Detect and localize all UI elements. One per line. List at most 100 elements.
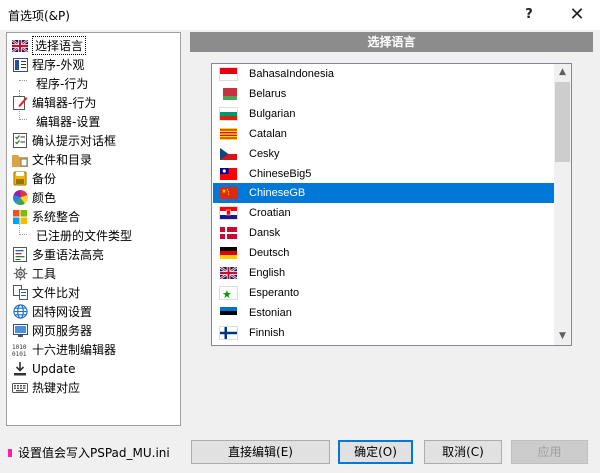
tree-item-system-integration[interactable]: 系统整合 [7,207,180,226]
language-name: BahasaIndonesia [249,68,335,80]
tree-item-label: 程序-外观 [32,58,85,72]
help-button[interactable]: ? [506,0,552,30]
bulgaria-flag-icon [219,106,238,121]
tree-item-registered-file-types[interactable]: 已注册的文件类型 [7,226,180,245]
language-name: Finnish [249,326,285,339]
language-item-estonia[interactable]: Estonian [213,303,554,323]
apply-button[interactable]: 应用 [511,440,588,464]
tree-item-file-compare[interactable]: 文件比对 [7,283,180,302]
uk-flag-icon [12,38,28,54]
vertical-scrollbar[interactable]: ▲ ▼ [554,64,571,345]
tree-item-update[interactable]: Update [7,359,180,378]
globe-icon [12,304,28,320]
tree-item-multi-syntax[interactable]: 多重语法高亮 [7,245,180,264]
germany-flag-icon [220,247,237,260]
syntax-highlight-icon [12,247,28,263]
cancel-button[interactable]: 取消(C) [424,440,502,464]
language-name: Bulgarian [249,107,296,120]
ini-note-text: 设置值会写入PSPad_MU.ini [18,446,170,460]
svg-text:1010: 1010 [12,344,27,351]
language-item-bulgaria[interactable]: Bulgarian [213,104,554,124]
folder-icon [12,152,28,168]
tree-item-web-server[interactable]: 网页服务器 [7,321,180,340]
language-name: Belarus [249,87,287,100]
language-name: Dansk [249,227,281,240]
catalonia-flag-icon [220,127,237,140]
tree-item-label: 网页服务器 [32,324,93,338]
tree-item-label: 系统整合 [32,210,81,224]
color-wheel-icon [12,190,28,206]
finland-flag-icon [219,325,238,340]
tree-item-label: 十六进制编辑器 [32,343,117,357]
language-name: Deutsch [249,247,290,260]
tree-item-select-language[interactable]: 选择语言 [7,36,180,55]
tree-item-label: 已注册的文件类型 [36,229,133,243]
tree-item-label: 热键对应 [32,381,81,395]
language-item-belarus[interactable]: Belarus [213,84,554,104]
language-name: English [249,267,286,279]
tree-item-hex-editor[interactable]: 1010 0101 十六进制编辑器 [7,340,180,359]
language-item-uk[interactable]: English [213,263,554,283]
language-name: Estonian [249,306,292,319]
language-name: Catalan [249,127,287,140]
monitor-icon [12,323,28,339]
editor-behavior-icon [12,95,28,111]
language-item-esperanto[interactable]: ★ Esperanto [213,283,554,303]
tree-item-label: 编辑器-行为 [32,96,97,110]
tree-item-program-appearance[interactable]: 程序-外观 [7,55,180,74]
language-name: Croatian [249,207,291,220]
program-appearance-icon [12,57,28,73]
language-item-taiwan[interactable]: ChineseBig5 [213,164,554,184]
panel-header: 选择语言 [190,32,593,52]
tree-item-tools[interactable]: 工具 [7,264,180,283]
tree-item-editor-behavior[interactable]: 编辑器-行为 [7,93,180,112]
language-item-germany[interactable]: Deutsch [213,243,554,263]
tree-item-program-behavior[interactable]: 程序-行为 [7,74,180,93]
tree-item-label: 备份 [32,172,57,186]
tree-item-editor-settings[interactable]: 编辑器-设置 [7,112,180,131]
language-item-denmark[interactable]: Dansk [213,223,554,243]
tree-item-label: 多重语法高亮 [32,248,105,262]
title-bar: 首选项(&P) ? ✕ [0,0,600,30]
language-name: Cesky [249,147,280,160]
tree-item-colors[interactable]: 颜色 [7,188,180,207]
scroll-up-arrow[interactable]: ▲ [554,64,571,81]
window-title: 首选项(&P) [8,9,70,23]
estonia-flag-icon [220,306,237,319]
svg-text:0101: 0101 [12,351,27,357]
language-item-catalonia[interactable]: Catalan [213,124,554,144]
tree-item-hotkeys[interactable]: 热键对应 [7,378,180,397]
close-button[interactable]: ✕ [554,0,600,30]
language-item-czech[interactable]: Cesky [213,144,554,164]
scroll-down-arrow[interactable]: ▼ [554,328,571,345]
tree-item-confirm-dialogs[interactable]: 确认提示对话框 [7,131,180,150]
tree-item-files-dirs[interactable]: 文件和目录 [7,150,180,169]
tree-item-label: 程序-行为 [36,77,89,91]
language-item-croatia[interactable]: Croatian [213,203,554,223]
keyboard-icon [12,380,28,396]
ok-button[interactable]: 确定(O) [338,440,413,464]
scroll-thumb[interactable] [555,82,570,162]
language-list[interactable]: BahasaIndonesia Belarus Bulgarian Catalan Ce… [211,63,572,346]
language-item-china[interactable]: ★ ★ ★ ★ ChineseGB [213,183,554,204]
belarus-flag-icon [220,87,237,100]
language-item-indonesia[interactable]: BahasaIndonesia [213,64,554,84]
language-name: Esperanto [249,286,300,299]
language-item-finland[interactable]: Finnish [213,323,554,343]
tree-item-internet[interactable]: 因特网设置 [7,302,180,321]
ini-note: 设置值会写入PSPad_MU.ini [8,444,170,461]
direct-edit-button[interactable]: 直接编辑(E) [191,440,330,464]
denmark-flag-icon [220,227,237,240]
tree-item-label: 因特网设置 [32,305,93,319]
czech-flag-icon [220,147,237,160]
tree-item-backup[interactable]: 备份 [7,169,180,188]
confirm-dialog-icon [12,133,28,149]
file-compare-icon [12,285,28,301]
preferences-tree[interactable]: 选择语言 程序-外观 程序-行为 编辑器-行为 编辑器-设置 确认提示对话框 文… [6,32,181,426]
tree-item-label: 工具 [32,267,57,281]
download-icon [12,361,28,377]
tree-item-label: 确认提示对话框 [32,134,117,148]
hex-icon: 1010 0101 [12,342,28,358]
language-name: ChineseBig5 [249,167,312,180]
svg-text:★: ★ [222,288,232,299]
